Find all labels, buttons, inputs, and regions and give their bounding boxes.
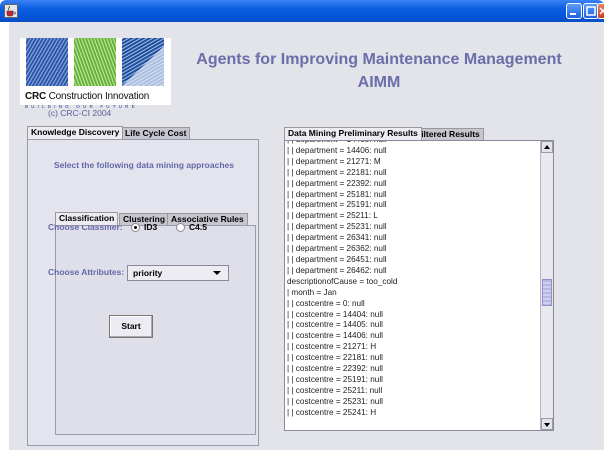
result-line: | | department = 26362: null (287, 244, 387, 254)
tab-data-mining-preliminary-results[interactable]: Data Mining Preliminary Results (284, 127, 422, 140)
result-line: | | department = 26451: null (287, 254, 387, 264)
crc-logo-graphic (26, 38, 164, 86)
result-line: | | costcentre = 21271: H (287, 342, 377, 352)
radio-selected-indicator (131, 222, 140, 232)
result-line: | | costcentre = 25211: null (287, 385, 383, 395)
results-scrollbar[interactable] (540, 141, 553, 430)
crc-logo: CRC Construction Innovation BUILDING OUR… (20, 38, 171, 109)
result-line: | | department = 26341: null (287, 233, 387, 243)
classifier-radio-id3[interactable]: ID3 (131, 222, 157, 232)
copyright-text: (c) CRC-CI 2004 (48, 108, 112, 118)
maximize-icon (586, 6, 596, 16)
result-line: | | costcentre = 14404: null (287, 309, 383, 319)
attributes-label: Choose Attributes: (48, 267, 125, 277)
result-line: | month = Jan (287, 287, 337, 297)
minimize-icon (570, 13, 576, 15)
scroll-down-button[interactable] (541, 418, 553, 430)
close-icon (599, 7, 604, 15)
classifier-radio-c45[interactable]: C4.5 (176, 222, 207, 232)
classifier-option-c45: C4.5 (189, 222, 207, 232)
scroll-up-button[interactable] (541, 141, 553, 153)
main-frame: CRC Construction Innovation BUILDING OUR… (9, 22, 604, 450)
result-line: | | department = 25181: null (287, 189, 387, 199)
result-line: | | costcentre = 14406: null (287, 331, 383, 341)
page-title-line2: AIMM (357, 74, 401, 91)
result-line: | | costcentre = 22392: null (287, 364, 383, 374)
attributes-selected-value: priority (133, 268, 163, 278)
logo-org-name: CRC Construction Innovation (25, 91, 150, 102)
knowledge-discovery-panel: Select the following data mining approac… (27, 139, 259, 446)
result-line: | | costcentre = 25191: null (287, 374, 383, 384)
result-line: | | department = 25211: L (287, 211, 378, 221)
scroll-thumb[interactable] (542, 279, 552, 306)
window-left-edge (0, 22, 9, 450)
data-mining-hint: Select the following data mining approac… (54, 160, 234, 170)
close-button[interactable] (597, 3, 604, 19)
tab-classification[interactable]: Classification (55, 212, 119, 225)
minimize-button[interactable] (566, 3, 582, 19)
tab-filtered-results[interactable]: Filtered Results (412, 128, 484, 140)
result-line: | | department = 25191: null (287, 200, 387, 210)
classifier-option-id3: ID3 (144, 222, 158, 232)
result-line: | | department = 14406: null (287, 145, 387, 155)
page-title: Agents for Improving Maintenance Managem… (169, 48, 589, 94)
result-line: | | department = 26462: null (287, 265, 387, 275)
result-line: | | department = 22181: null (287, 167, 387, 177)
java-cup-icon (4, 4, 18, 18)
result-line: | | department = 22392: null (287, 178, 387, 188)
result-line: | | costcentre = 25241: H (287, 407, 377, 417)
chevron-down-icon (213, 271, 221, 275)
result-line: | | costcentre = 22181: null (287, 353, 383, 363)
result-line: descriptionofCause = too_cold (287, 276, 398, 286)
tab-knowledge-discovery[interactable]: Knowledge Discovery (27, 126, 124, 139)
results-lines: | | department = 14405: null| | departme… (287, 141, 539, 419)
start-button[interactable]: Start (109, 315, 153, 338)
result-line: | | costcentre = 14405: null (287, 320, 383, 330)
classification-panel (55, 225, 256, 435)
page-title-line1: Agents for Improving Maintenance Managem… (196, 51, 562, 68)
result-line: | | costcentre = 0: null (287, 298, 365, 308)
attributes-select[interactable]: priority (127, 265, 229, 281)
tab-life-cycle-cost[interactable]: Life Cycle Cost (121, 127, 191, 139)
result-line: | | department = 21271: M (287, 156, 381, 166)
result-line: | | department = 25231: null (287, 222, 387, 232)
radio-unselected-indicator (176, 222, 185, 232)
results-text-area[interactable]: | | department = 14405: null| | departme… (284, 140, 554, 431)
result-line: | | costcentre = 25231: null (287, 396, 383, 406)
window-title-bar[interactable] (0, 0, 604, 22)
